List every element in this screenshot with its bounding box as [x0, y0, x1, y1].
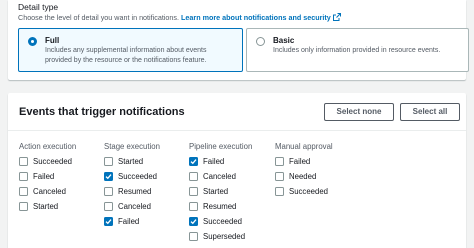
- option-label: Basic: [273, 36, 295, 45]
- column-heading: Manual approval: [275, 142, 333, 151]
- radio-basic[interactable]: [256, 37, 265, 46]
- select-all-button[interactable]: Select all: [400, 103, 460, 121]
- event-checkbox-row[interactable]: Started: [189, 187, 252, 202]
- column-heading: Stage execution: [104, 142, 160, 151]
- checkbox-label: Canceled: [33, 187, 66, 196]
- checkbox[interactable]: [104, 202, 113, 211]
- checkbox-label: Failed: [118, 217, 140, 226]
- radio-full-selected[interactable]: [28, 37, 37, 46]
- event-checkbox-row[interactable]: Canceled: [189, 172, 252, 187]
- event-checkbox-row[interactable]: Superseded: [189, 232, 252, 247]
- event-checkbox-row[interactable]: Canceled: [19, 187, 76, 202]
- checkbox-label: Succeeded: [203, 217, 243, 226]
- checkbox-label: Started: [33, 202, 59, 211]
- events-header: Events that trigger notifications Select…: [8, 93, 466, 131]
- event-checkbox-row[interactable]: Failed: [189, 157, 252, 172]
- checkbox[interactable]: [275, 187, 284, 196]
- event-checkbox-row[interactable]: Resumed: [189, 202, 252, 217]
- event-checkbox-row[interactable]: Succeeded: [275, 187, 333, 202]
- detail-option-full[interactable]: Full Includes any supplemental informati…: [18, 28, 243, 72]
- external-link-icon[interactable]: [332, 13, 341, 24]
- event-checkbox-row[interactable]: Needed: [275, 172, 333, 187]
- events-title: Events that trigger notifications: [19, 106, 185, 118]
- events-panel: Events that trigger notifications Select…: [8, 93, 466, 248]
- checkbox[interactable]: [19, 172, 28, 181]
- checkbox[interactable]: [189, 202, 198, 211]
- event-checkbox-row[interactable]: Failed: [275, 157, 333, 172]
- detail-type-title: Detail type: [18, 2, 59, 12]
- checkbox-label: Resumed: [203, 202, 237, 211]
- checkbox[interactable]: [275, 172, 284, 181]
- event-checkbox-row[interactable]: Failed: [104, 217, 160, 232]
- event-checkbox-row[interactable]: Succeeded: [19, 157, 76, 172]
- event-checkbox-row[interactable]: Started: [19, 202, 76, 217]
- event-checkbox-row[interactable]: Failed: [19, 172, 76, 187]
- checkbox[interactable]: [104, 187, 113, 196]
- checkbox-label: Failed: [33, 172, 55, 181]
- checkbox-label: Canceled: [118, 202, 151, 211]
- checkbox[interactable]: [275, 157, 284, 166]
- checkbox-label: Resumed: [118, 187, 152, 196]
- checkbox-label: Needed: [289, 172, 317, 181]
- checkbox-checked[interactable]: [189, 217, 198, 226]
- event-column: Manual approval Failed Needed Succeeded: [275, 142, 333, 202]
- checkbox[interactable]: [189, 172, 198, 181]
- option-desc-line1: Includes any supplemental information ab…: [45, 47, 207, 54]
- checkbox-label: Started: [203, 187, 229, 196]
- event-checkbox-row[interactable]: Succeeded: [189, 217, 252, 232]
- checkbox-label: Failed: [203, 157, 225, 166]
- detail-type-panel: Detail type Choose the level of detail y…: [8, 0, 469, 80]
- checkbox-label: Succeeded: [289, 187, 329, 196]
- checkbox-checked[interactable]: [104, 172, 113, 181]
- checkbox-checked[interactable]: [104, 217, 113, 226]
- option-desc-line2: provided by the resource or the notifica…: [45, 56, 207, 64]
- option-desc-line1: Includes only information provided in re…: [273, 47, 441, 54]
- event-checkbox-row[interactable]: Canceled: [104, 202, 160, 217]
- checkbox[interactable]: [19, 157, 28, 166]
- detail-type-description: Choose the level of detail you want in n…: [18, 13, 456, 24]
- column-heading: Action execution: [19, 142, 77, 151]
- option-label: Full: [45, 36, 60, 45]
- detail-description-text: Choose the level of detail you want in n…: [18, 13, 180, 22]
- checkbox-label: Superseded: [203, 232, 246, 241]
- checkbox-label: Failed: [289, 157, 311, 166]
- event-column: Action execution Succeeded Failed Canceled S…: [19, 142, 76, 217]
- event-column: Pipeline execution Failed Canceled Started R…: [189, 142, 252, 247]
- checkbox-label: Canceled: [203, 172, 236, 181]
- event-checkbox-row[interactable]: Resumed: [104, 187, 160, 202]
- select-none-button[interactable]: Select none: [324, 103, 394, 121]
- learn-more-link[interactable]: Learn more about notifications and secur…: [181, 13, 331, 22]
- checkbox[interactable]: [104, 157, 113, 166]
- event-column: Stage execution Started Succeeded Resumed Ca…: [104, 142, 160, 232]
- checkbox[interactable]: [19, 202, 28, 211]
- checkbox-label: Started: [118, 157, 144, 166]
- checkbox[interactable]: [19, 187, 28, 196]
- checkbox[interactable]: [189, 187, 198, 196]
- checkbox[interactable]: [189, 232, 198, 241]
- checkbox-label: Succeeded: [33, 157, 73, 166]
- checkbox-label: Succeeded: [118, 172, 158, 181]
- detail-option-basic[interactable]: Basic Includes only information provided…: [246, 28, 469, 72]
- event-checkbox-row[interactable]: Succeeded: [104, 172, 160, 187]
- column-heading: Pipeline execution: [189, 142, 253, 151]
- checkbox-checked[interactable]: [189, 157, 198, 166]
- event-checkbox-row[interactable]: Started: [104, 157, 160, 172]
